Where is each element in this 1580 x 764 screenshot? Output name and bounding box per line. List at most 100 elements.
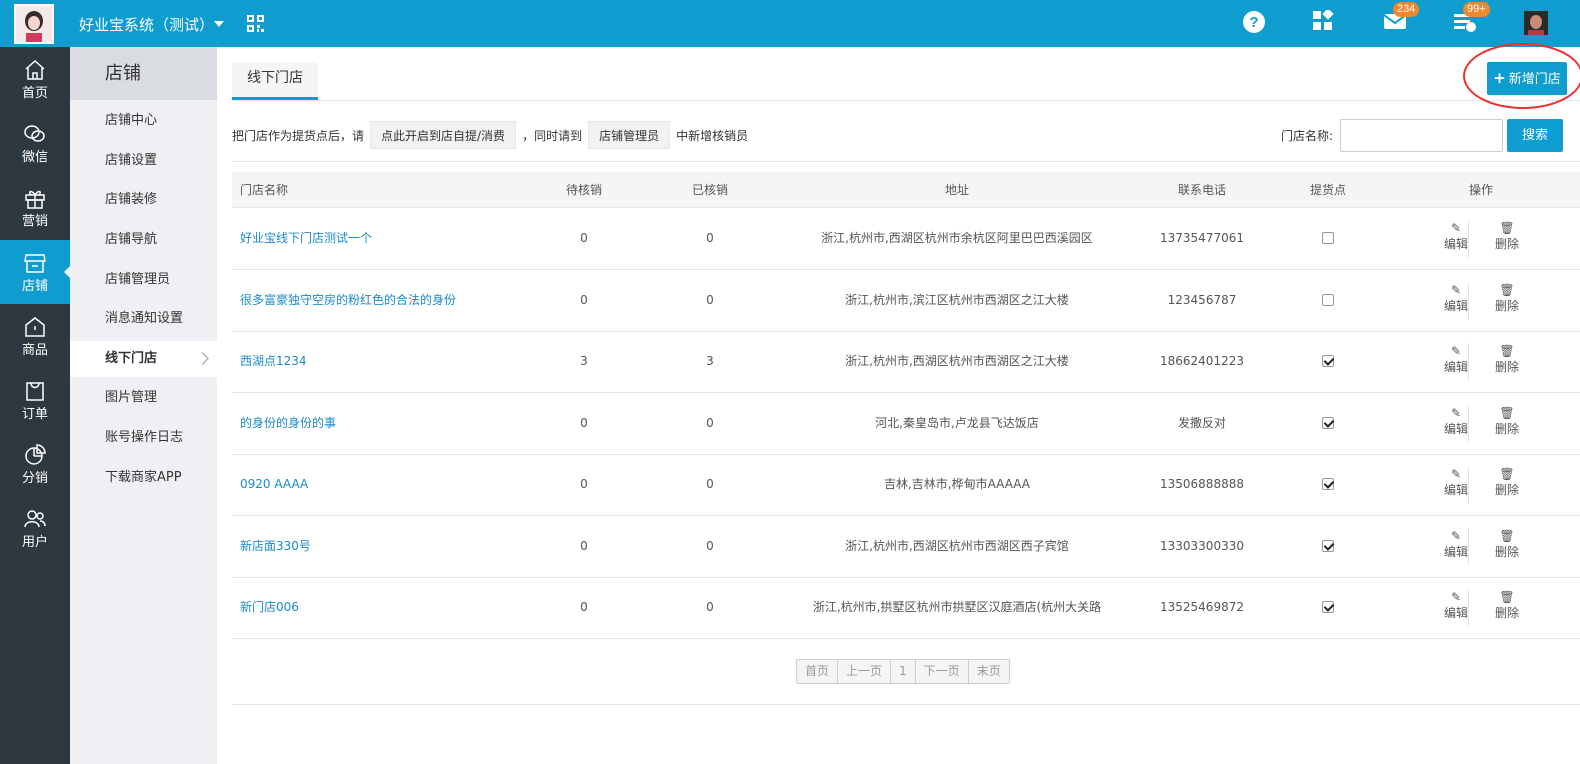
edit-icon: ✎ [1450,344,1462,358]
tab-offline-stores[interactable]: 线下门店 [232,62,318,100]
first-page-button[interactable]: 首页 [797,660,839,683]
store-admin-button[interactable]: 店铺管理员 [588,121,671,149]
address-cell: 浙江,杭州市,西湖区杭州市西湖区西子宾馆 [845,538,1069,553]
prev-page-button[interactable]: 上一页 [838,660,892,683]
edit-button[interactable]: ✎ 编辑 [1436,344,1476,380]
edit-button[interactable]: ✎ 编辑 [1436,529,1476,565]
main-content: 线下门店 + 新增门店 把门店作为提货点后，请 点此开启到店自提/消费 ，同时请到 店铺… [217,43,1580,764]
pickup-checkbox[interactable] [1322,539,1334,552]
subnav-item-operation-log[interactable]: 账号操作日志 [70,420,217,456]
nav-label: 用户 [21,535,48,550]
store-name-link[interactable]: 很多富豪独守空房的粉红色的合法的身份 [240,293,456,307]
store-name-link[interactable]: 西湖点1234 [240,354,307,368]
edit-icon: ✎ [1450,282,1462,297]
nav-item-users[interactable]: 用户 [0,496,70,560]
trash-icon: 🗑 [1499,282,1515,297]
current-page[interactable]: 1 [891,660,916,683]
phone-cell: 123456787 [1167,292,1237,307]
pickup-checkbox[interactable] [1322,232,1334,244]
subnav-item-store-admins[interactable]: 店铺管理员 [70,262,217,298]
store-name-link[interactable]: 好业宝线下门店测试一个 [240,231,372,245]
tasks-icon[interactable]: 99+ [1453,2,1490,36]
subnav-item-image-management[interactable]: 图片管理 [70,380,217,416]
wechat-icon [24,125,45,142]
pending-cell: 0 [580,292,588,307]
highlight-circle [1463,43,1580,109]
store-name-cell: 新门店006 [240,577,299,638]
help-icon[interactable]: ? [1242,10,1268,36]
store-name-link[interactable]: 的身份的身份的事 [240,416,336,430]
store-name-cell: 很多富豪独守空房的粉红色的合法的身份 [240,270,456,331]
store-name-input[interactable] [1340,119,1503,152]
app-title[interactable]: 好业宝系统（测试） [79,14,214,35]
verified-cell: 0 [706,231,714,245]
nav-item-orders[interactable]: 订单 [0,368,70,432]
divider [1468,527,1469,566]
qrcode-icon[interactable] [247,15,264,35]
next-page-button[interactable]: 下一页 [916,660,969,683]
pagination: 首页 上一页 1 下一页 末页 [796,659,1010,684]
pickup-checkbox[interactable] [1322,293,1334,306]
edit-button[interactable]: ✎ 编辑 [1436,467,1476,503]
nav-item-marketing[interactable]: 营销 [0,175,70,239]
trash-icon: 🗑 [1499,528,1515,543]
bag-icon [25,317,45,337]
delete-button[interactable]: 🗑 删除 [1487,529,1527,565]
delete-button[interactable]: 🗑 删除 [1487,467,1527,503]
delete-button[interactable]: 🗑 删除 [1487,590,1527,626]
shop-logo[interactable] [14,4,54,44]
store-name-link[interactable]: 0920 AAAA [240,477,308,491]
tab-divider [232,100,1580,101]
edit-button[interactable]: ✎ 编辑 [1436,590,1476,626]
nav-item-store[interactable]: 店铺 [0,240,70,304]
edit-button[interactable]: ✎ 编辑 [1436,221,1476,257]
subnav-item-store-navigation[interactable]: 店铺导航 [70,222,217,258]
table-row: 很多富豪独守空房的粉红色的合法的身份 0 0 浙江,杭州市,滨江区杭州市西湖区之江大楼… [232,270,1580,332]
home-icon [25,59,45,80]
verified-cell: 3 [706,354,714,368]
pending-cell: 0 [580,231,588,245]
table-row: 新店面330号 0 0 浙江,杭州市,西湖区杭州市西湖区西子宾馆 13303300330… [232,516,1580,578]
subnav-item-store-center[interactable]: 店铺中心 [70,103,217,139]
col-phone: 联系电话 [1177,183,1226,197]
last-page-button[interactable]: 末页 [969,660,1009,683]
delete-button[interactable]: 🗑 删除 [1487,406,1527,442]
delete-button[interactable]: 🗑 删除 [1487,344,1527,380]
trash-icon: 🗑 [1499,467,1515,481]
subnav-item-notification-settings[interactable]: 消息通知设置 [70,301,217,337]
avatar[interactable] [1524,11,1548,35]
nav-item-goods[interactable]: 商品 [0,304,70,368]
nav-label: 店铺 [21,279,48,294]
delete-button[interactable]: 🗑 删除 [1487,221,1527,257]
pickup-checkbox[interactable] [1322,416,1334,429]
subnav-item-store-settings[interactable]: 店铺设置 [70,143,217,179]
search-label: 门店名称: [1281,129,1334,143]
nav-item-distribution[interactable]: 分销 [0,432,70,496]
nav-item-home[interactable]: 首页 [0,47,70,111]
apps-icon[interactable] [1312,8,1338,36]
pickup-checkbox[interactable] [1322,478,1334,490]
enable-pickup-button[interactable]: 点此开启到店自提/消费 [370,121,517,149]
divider [1468,466,1469,504]
edit-button[interactable]: ✎ 编辑 [1436,283,1476,319]
mail-icon[interactable]: 234 [1383,2,1420,36]
store-name-link[interactable]: 新门店006 [240,600,299,614]
chevron-down-icon[interactable] [214,21,224,27]
nav-label: 营销 [21,214,48,229]
info-middle: ，同时请到 [522,129,583,143]
order-icon [26,382,44,401]
pickup-checkbox[interactable] [1322,355,1334,367]
info-prefix: 把门店作为提货点后，请 [232,129,365,143]
pickup-checkbox[interactable] [1322,601,1334,613]
subnav-item-store-decoration[interactable]: 店铺装修 [70,182,217,218]
nav-item-wechat[interactable]: 微信 [0,111,70,175]
search-button[interactable]: 搜索 [1507,119,1563,152]
edit-label: 编辑 [1443,606,1468,620]
delete-button[interactable]: 🗑 删除 [1487,283,1527,319]
trash-icon: 🗑 [1499,344,1515,358]
subnav-item-download-app[interactable]: 下载商家APP [70,460,217,496]
edit-button[interactable]: ✎ 编辑 [1436,406,1476,442]
subnav-item-offline-stores[interactable]: 线下门店 [70,341,217,377]
store-name-link[interactable]: 新店面330号 [240,539,311,553]
edit-icon: ✎ [1450,405,1462,420]
